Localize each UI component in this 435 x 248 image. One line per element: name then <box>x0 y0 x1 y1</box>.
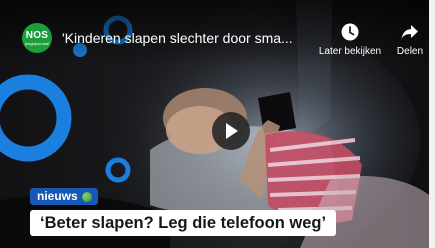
channel-logo[interactable]: NOS jeugdjournaal <box>22 23 52 53</box>
watch-later-label: Later bekijken <box>318 46 382 57</box>
globe-icon <box>81 191 92 202</box>
news-tag-label: nieuws <box>37 189 78 203</box>
share-label: Delen <box>396 46 424 57</box>
clock-icon <box>341 23 359 41</box>
share-button[interactable]: Delen <box>392 22 428 57</box>
frame-edge <box>429 0 435 248</box>
video-player[interactable]: NOS jeugdjournaal 'Kinderen slapen slech… <box>0 0 435 248</box>
share-arrow-icon <box>401 25 418 39</box>
play-button[interactable] <box>212 112 250 150</box>
headline-caption: ‘Beter slapen? Leg die telefoon weg’ <box>30 210 337 236</box>
logo-subtext: jeugdjournaal <box>24 40 50 46</box>
news-tag: nieuws <box>30 188 98 205</box>
video-title[interactable]: 'Kinderen slapen slechter door sma... <box>62 30 310 47</box>
play-icon <box>226 123 238 139</box>
watch-later-button[interactable]: Later bekijken <box>310 22 390 57</box>
logo-text: NOS <box>25 29 49 41</box>
